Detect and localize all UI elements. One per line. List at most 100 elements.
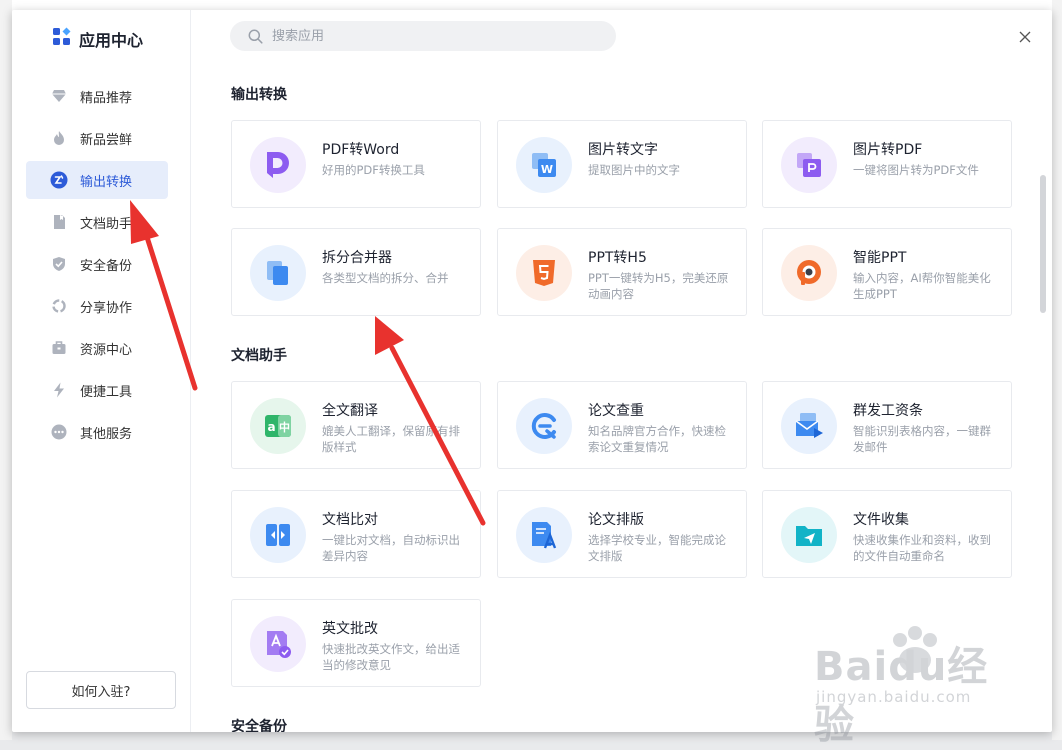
- app-description: 一键比对文档，自动标识出差异内容: [322, 533, 460, 563]
- app-description: 智能识别表格内容，一键群发邮件: [853, 424, 991, 454]
- section-title-document-assistant: 文档助手: [231, 348, 287, 364]
- file-collect-icon: [781, 507, 837, 563]
- search-bar[interactable]: [230, 21, 616, 51]
- app-card-ppt-to-h5[interactable]: PPT转H5 PPT一键转为H5，完美还原动画内容: [497, 228, 747, 316]
- app-title: 全文翻译: [322, 403, 378, 419]
- diamond-icon: [50, 87, 68, 105]
- flame-icon: [50, 129, 68, 147]
- search-input[interactable]: [270, 27, 594, 45]
- app-center-logo-icon: [52, 27, 72, 51]
- app-description: 媲美人工翻译，保留原有排版样式: [322, 424, 460, 454]
- app-title: 英文批改: [322, 621, 378, 637]
- plagiarism-check-icon: [516, 398, 572, 454]
- app-description: 选择学校专业，智能完成论文排版: [588, 533, 726, 563]
- thesis-format-icon: [516, 507, 572, 563]
- sidebar-item-label: 输出转换: [80, 174, 133, 190]
- sidebar-item-label: 新品尝鲜: [80, 132, 133, 148]
- app-title: PDF转Word: [322, 142, 400, 158]
- app-description: 一键将图片转为PDF文件: [853, 163, 979, 177]
- share-icon: [50, 297, 68, 315]
- svg-text:a: a: [267, 420, 275, 434]
- app-title: 论文排版: [588, 512, 644, 528]
- sidebar-item-quick-tools[interactable]: 便捷工具: [26, 371, 168, 409]
- english-correct-icon: [250, 616, 306, 672]
- app-description: 知名品牌官方合作，快速检索论文重复情况: [588, 424, 726, 454]
- app-card-smart-ppt[interactable]: 智能PPT 输入内容，AI帮你智能美化生成PPT: [762, 228, 1012, 316]
- html5-icon: [516, 245, 572, 301]
- app-title: 文件收集: [853, 512, 909, 528]
- app-description: 好用的PDF转换工具: [322, 163, 425, 177]
- pdf-to-word-icon: [250, 137, 306, 193]
- app-title: 图片转PDF: [853, 142, 923, 158]
- app-card-image-to-pdf[interactable]: 图片转PDF 一键将图片转为PDF文件: [762, 120, 1012, 208]
- search-icon: [248, 29, 263, 44]
- app-card-doc-compare[interactable]: 文档比对 一键比对文档，自动标识出差异内容: [231, 490, 481, 578]
- app-title: 论文查重: [588, 403, 644, 419]
- section-title-output-convert: 输出转换: [231, 87, 287, 103]
- shield-icon: [50, 255, 68, 273]
- sidebar-item-label: 文档助手: [80, 216, 133, 232]
- app-center-title: 应用中心: [79, 31, 144, 50]
- briefcase-icon: [50, 339, 68, 357]
- close-button[interactable]: [1016, 28, 1034, 46]
- app-title: 图片转文字: [588, 142, 658, 158]
- app-title: 群发工资条: [853, 403, 923, 419]
- split-merge-icon: [250, 245, 306, 301]
- image-to-pdf-icon: [781, 137, 837, 193]
- image-to-text-icon: W: [516, 137, 572, 193]
- smart-ppt-icon: [781, 245, 837, 301]
- compare-icon: [250, 507, 306, 563]
- app-card-split-merge[interactable]: 拆分合并器 各类型文档的拆分、合并: [231, 228, 481, 316]
- sidebar-item-label: 分享协作: [80, 300, 133, 316]
- sidebar: 应用中心 精品推荐 新品尝鲜 输出转换 文档助手 安全备份 分享协作 资源中心 …: [12, 10, 191, 732]
- app-title: PPT转H5: [588, 250, 647, 266]
- section-title-security-backup: 安全备份: [231, 719, 287, 732]
- sidebar-item-output-convert[interactable]: 输出转换: [26, 161, 168, 199]
- app-card-english-correct[interactable]: 英文批改 快速批改英文作文，给出适当的修改意见: [231, 599, 481, 687]
- app-card-payslip-mail[interactable]: 群发工资条 智能识别表格内容，一键群发邮件: [762, 381, 1012, 469]
- sidebar-item-resource-center[interactable]: 资源中心: [26, 329, 168, 367]
- app-card-plagiarism-check[interactable]: 论文查重 知名品牌官方合作，快速检索论文重复情况: [497, 381, 747, 469]
- app-title: 文档比对: [322, 512, 378, 528]
- sidebar-item-label: 精品推荐: [80, 90, 133, 106]
- more-icon: [50, 423, 68, 441]
- close-icon: [1019, 28, 1031, 47]
- app-card-thesis-format[interactable]: 论文排版 选择学校专业，智能完成论文排版: [497, 490, 747, 578]
- app-description: 输入内容，AI帮你智能美化生成PPT: [853, 271, 991, 301]
- how-to-join-button[interactable]: 如何入驻?: [26, 671, 176, 709]
- app-description: PPT一键转为H5，完美还原动画内容: [588, 271, 729, 301]
- svg-text:中: 中: [279, 420, 290, 434]
- app-card-file-collect[interactable]: 文件收集 快速收集作业和资料，收到的文件自动重命名: [762, 490, 1012, 578]
- brand: 应用中心: [52, 26, 143, 52]
- app-description: 快速收集作业和资料，收到的文件自动重命名: [853, 533, 991, 563]
- sidebar-item-label: 资源中心: [80, 342, 133, 358]
- app-card-image-to-text[interactable]: W 图片转文字 提取图片中的文字: [497, 120, 747, 208]
- app-title: 智能PPT: [853, 250, 907, 266]
- content-scrollbar[interactable]: [1040, 175, 1046, 313]
- app-description: 提取图片中的文字: [588, 163, 680, 177]
- convert-icon: [50, 171, 68, 189]
- sidebar-item-label: 其他服务: [80, 426, 133, 442]
- payslip-mail-icon: [781, 398, 837, 454]
- app-card-full-translate[interactable]: a中 全文翻译 媲美人工翻译，保留原有排版样式: [231, 381, 481, 469]
- app-title: 拆分合并器: [322, 250, 392, 266]
- sidebar-item-label: 便捷工具: [80, 384, 133, 400]
- background-window-right: [1052, 0, 1062, 740]
- app-card-pdf-to-word[interactable]: PDF转Word 好用的PDF转换工具: [231, 120, 481, 208]
- translate-icon: a中: [250, 398, 306, 454]
- sidebar-item-document-assistant[interactable]: 文档助手: [26, 203, 168, 241]
- sidebar-item-featured[interactable]: 精品推荐: [26, 77, 168, 115]
- watermark-url: jingyan.baidu.com: [816, 688, 972, 706]
- baidu-jingyan-watermark: Baidu经验 jingyan.baidu.com: [812, 622, 1022, 748]
- sidebar-item-share[interactable]: 分享协作: [26, 287, 168, 325]
- lightning-icon: [50, 381, 68, 399]
- background-window-left: [0, 0, 12, 740]
- sidebar-nav: 精品推荐 新品尝鲜 输出转换 文档助手 安全备份 分享协作 资源中心 便捷工具 …: [26, 77, 168, 455]
- document-icon: [50, 213, 68, 231]
- svg-text:W: W: [541, 163, 553, 176]
- sidebar-item-new[interactable]: 新品尝鲜: [26, 119, 168, 157]
- sidebar-item-other-services[interactable]: 其他服务: [26, 413, 168, 451]
- sidebar-item-label: 安全备份: [80, 258, 133, 274]
- app-description: 各类型文档的拆分、合并: [322, 271, 449, 285]
- sidebar-item-security-backup[interactable]: 安全备份: [26, 245, 168, 283]
